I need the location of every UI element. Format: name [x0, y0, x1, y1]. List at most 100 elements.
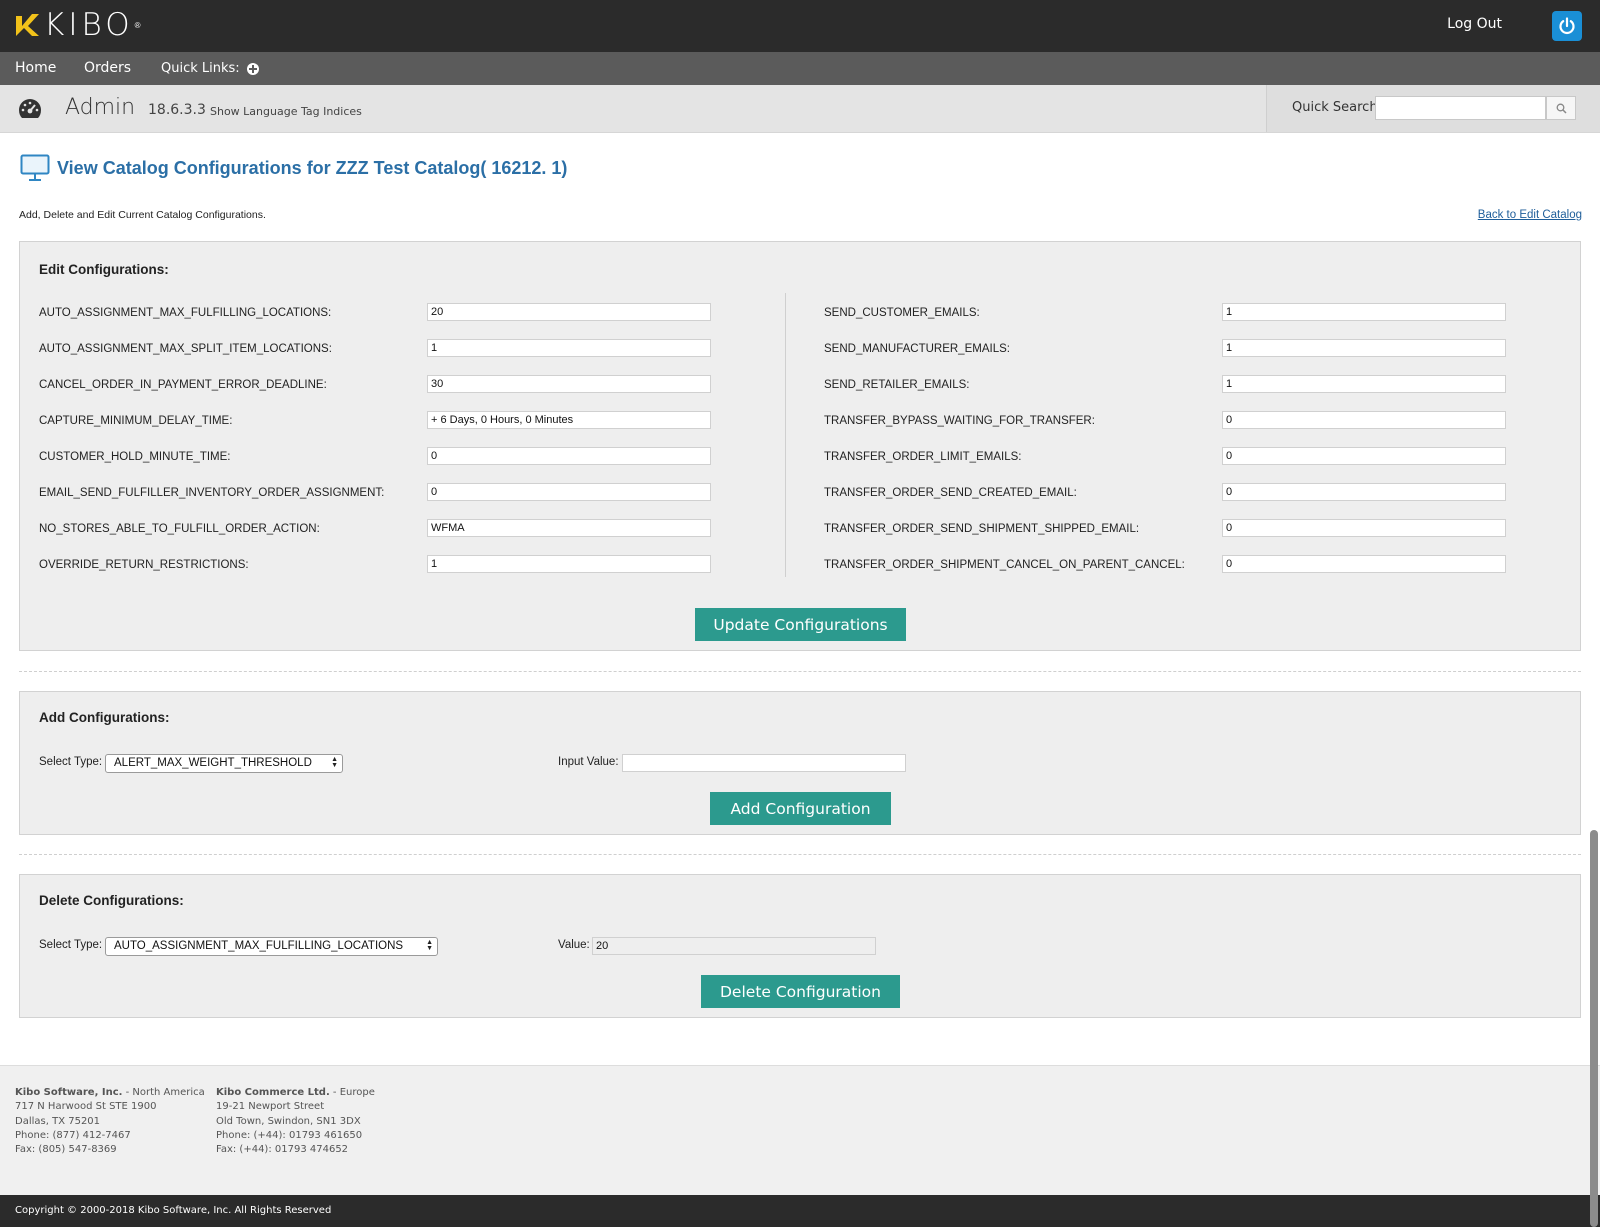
footer-line: 717 N Harwood St STE 1900 — [15, 1101, 157, 1113]
footer-line: Fax: (+44): 01793 474652 — [216, 1144, 349, 1156]
logout-button[interactable] — [1552, 11, 1582, 41]
dashboard-gauge-icon — [19, 99, 41, 118]
config-label: SEND_RETAILER_EMAILS: — [824, 379, 970, 391]
config-label: SEND_CUSTOMER_EMAILS: — [824, 307, 980, 319]
config-value-input[interactable] — [427, 411, 711, 429]
select-arrows-icon: ▲ ▼ — [426, 939, 433, 952]
page-header: View Catalog Configurations for ZZZ Test… — [20, 154, 567, 182]
config-label: OVERRIDE_RETURN_RESTRICTIONS: — [39, 559, 249, 571]
add-configuration-button[interactable]: Add Configuration — [710, 792, 891, 825]
quick-search-panel: Quick Search — [1266, 85, 1600, 132]
config-value-input[interactable] — [427, 483, 711, 501]
kibo-logo-icon — [16, 14, 39, 36]
config-value-input[interactable] — [1222, 519, 1506, 537]
footer-line: 19-21 Newport Street — [216, 1101, 325, 1113]
footer: Kibo Software, Inc. - North America 717 … — [0, 1065, 1600, 1195]
config-value-input[interactable] — [1222, 375, 1506, 393]
footer-line: Old Town, Swindon, SN1 3DX — [216, 1115, 361, 1127]
main-nav: Home Orders Quick Links: — [0, 52, 1600, 85]
brand-name: KIBO — [44, 7, 134, 43]
config-label: TRANSFER_BYPASS_WAITING_FOR_TRANSFER: — [824, 415, 1095, 427]
config-value-input[interactable] — [1222, 483, 1506, 501]
monitor-icon — [20, 154, 50, 181]
logout-link[interactable]: Log Out — [1447, 16, 1502, 32]
config-label: AUTO_ASSIGNMENT_MAX_FULFILLING_LOCATIONS… — [39, 307, 332, 319]
quick-search-label: Quick Search — [1292, 100, 1378, 115]
add-configurations-title: Add Configurations: — [39, 710, 170, 725]
config-value-input[interactable] — [1222, 339, 1506, 357]
config-label: CANCEL_ORDER_IN_PAYMENT_ERROR_DEADLINE: — [39, 379, 327, 391]
copyright-text: Copyright © 2000-2018 Kibo Software, Inc… — [15, 1205, 332, 1216]
config-label: TRANSFER_ORDER_LIMIT_EMAILS: — [824, 451, 1022, 463]
config-label: CUSTOMER_HOLD_MINUTE_TIME: — [39, 451, 231, 463]
footer-line: Dallas, TX 75201 — [15, 1115, 101, 1127]
config-value-input[interactable] — [427, 339, 711, 357]
section-separator — [19, 671, 1581, 672]
registered-mark-icon: ® — [134, 20, 141, 30]
plus-circle-icon[interactable] — [246, 62, 259, 75]
footer-line: Fax: (805) 547-8369 — [15, 1144, 117, 1156]
config-value-input[interactable] — [427, 303, 711, 321]
edit-configurations-title: Edit Configurations: — [39, 262, 169, 277]
config-value-input[interactable] — [427, 375, 711, 393]
quick-links-label: Quick Links: — [161, 61, 240, 76]
delete-value-field — [592, 937, 876, 955]
admin-version: 18.6.3.3 — [148, 102, 206, 118]
config-label: TRANSFER_ORDER_SEND_CREATED_EMAIL: — [824, 487, 1077, 499]
add-select-type-label: Select Type: — [39, 756, 103, 768]
footer-region-na: - North America — [122, 1087, 205, 1098]
delete-config-type-select[interactable]: AUTO_ASSIGNMENT_MAX_FULFILLING_LOCATIONS… — [105, 937, 438, 956]
page-description: Add, Delete and Edit Current Catalog Con… — [19, 209, 266, 221]
back-to-edit-catalog-link[interactable]: Back to Edit Catalog — [1478, 209, 1582, 221]
config-label: TRANSFER_ORDER_SEND_SHIPMENT_SHIPPED_EMA… — [824, 523, 1140, 535]
nav-home[interactable]: Home — [15, 60, 56, 76]
search-icon — [1556, 103, 1567, 114]
footer-company-eu: Kibo Commerce Ltd. — [216, 1087, 330, 1098]
add-configurations-panel: Add Configurations: Select Type: ALERT_M… — [19, 691, 1581, 835]
select-arrows-icon: ▲ ▼ — [331, 756, 338, 769]
config-value-input[interactable] — [427, 447, 711, 465]
config-value-input[interactable] — [1222, 303, 1506, 321]
config-label: EMAIL_SEND_FULFILLER_INVENTORY_ORDER_ASS… — [39, 487, 385, 499]
page-title: View Catalog Configurations for ZZZ Test… — [57, 157, 568, 178]
footer-address-europe: Kibo Commerce Ltd. - Europe 19-21 Newpor… — [216, 1086, 375, 1157]
config-value-input[interactable] — [427, 519, 711, 537]
power-icon — [1559, 17, 1575, 35]
page-scrollbar[interactable] — [1590, 830, 1598, 1227]
nav-orders[interactable]: Orders — [84, 60, 131, 76]
quick-search-button[interactable] — [1546, 96, 1576, 120]
add-config-type-value: ALERT_MAX_WEIGHT_THRESHOLD — [114, 757, 312, 769]
quick-links: Quick Links: — [161, 61, 259, 76]
add-input-value-field[interactable] — [622, 754, 906, 772]
config-value-input[interactable] — [1222, 555, 1506, 573]
admin-bar: Admin 18.6.3.3 Show Language Tag Indices… — [0, 85, 1600, 133]
config-value-input[interactable] — [1222, 411, 1506, 429]
config-label: AUTO_ASSIGNMENT_MAX_SPLIT_ITEM_LOCATIONS… — [39, 343, 332, 355]
config-value-input[interactable] — [1222, 447, 1506, 465]
config-label: CAPTURE_MINIMUM_DELAY_TIME: — [39, 415, 233, 427]
admin-title: Admin — [65, 95, 136, 120]
quick-search-input[interactable] — [1375, 96, 1546, 120]
kibo-logo[interactable]: KIBO ® — [14, 7, 141, 43]
add-input-value-label: Input Value: — [558, 756, 619, 768]
copyright-bar: Copyright © 2000-2018 Kibo Software, Inc… — [0, 1195, 1600, 1227]
config-label: TRANSFER_ORDER_SHIPMENT_CANCEL_ON_PARENT… — [824, 559, 1185, 571]
update-configurations-button[interactable]: Update Configurations — [695, 608, 906, 641]
delete-configurations-title: Delete Configurations: — [39, 893, 184, 908]
footer-company-na: Kibo Software, Inc. — [15, 1087, 123, 1098]
config-value-input[interactable] — [427, 555, 711, 573]
footer-address-north-america: Kibo Software, Inc. - North America 717 … — [15, 1086, 205, 1157]
config-label: SEND_MANUFACTURER_EMAILS: — [824, 343, 1010, 355]
footer-region-eu: - Europe — [329, 1087, 375, 1098]
config-label: NO_STORES_ABLE_TO_FULFILL_ORDER_ACTION: — [39, 523, 320, 535]
footer-line: Phone: (877) 412-7467 — [15, 1129, 131, 1141]
section-separator — [19, 854, 1581, 855]
delete-value-label: Value: — [558, 939, 590, 951]
delete-configuration-button[interactable]: Delete Configuration — [701, 975, 900, 1008]
edit-configurations-panel: Edit Configurations: AUTO_ASSIGNMENT_MAX… — [19, 241, 1581, 651]
show-language-tag-indices-link[interactable]: Show Language Tag Indices — [210, 105, 362, 118]
delete-configurations-panel: Delete Configurations: Select Type: AUTO… — [19, 874, 1581, 1018]
add-config-type-select[interactable]: ALERT_MAX_WEIGHT_THRESHOLD ▲ ▼ — [105, 754, 343, 773]
column-divider — [785, 293, 786, 577]
top-bar: KIBO ® Log Out — [0, 0, 1600, 52]
